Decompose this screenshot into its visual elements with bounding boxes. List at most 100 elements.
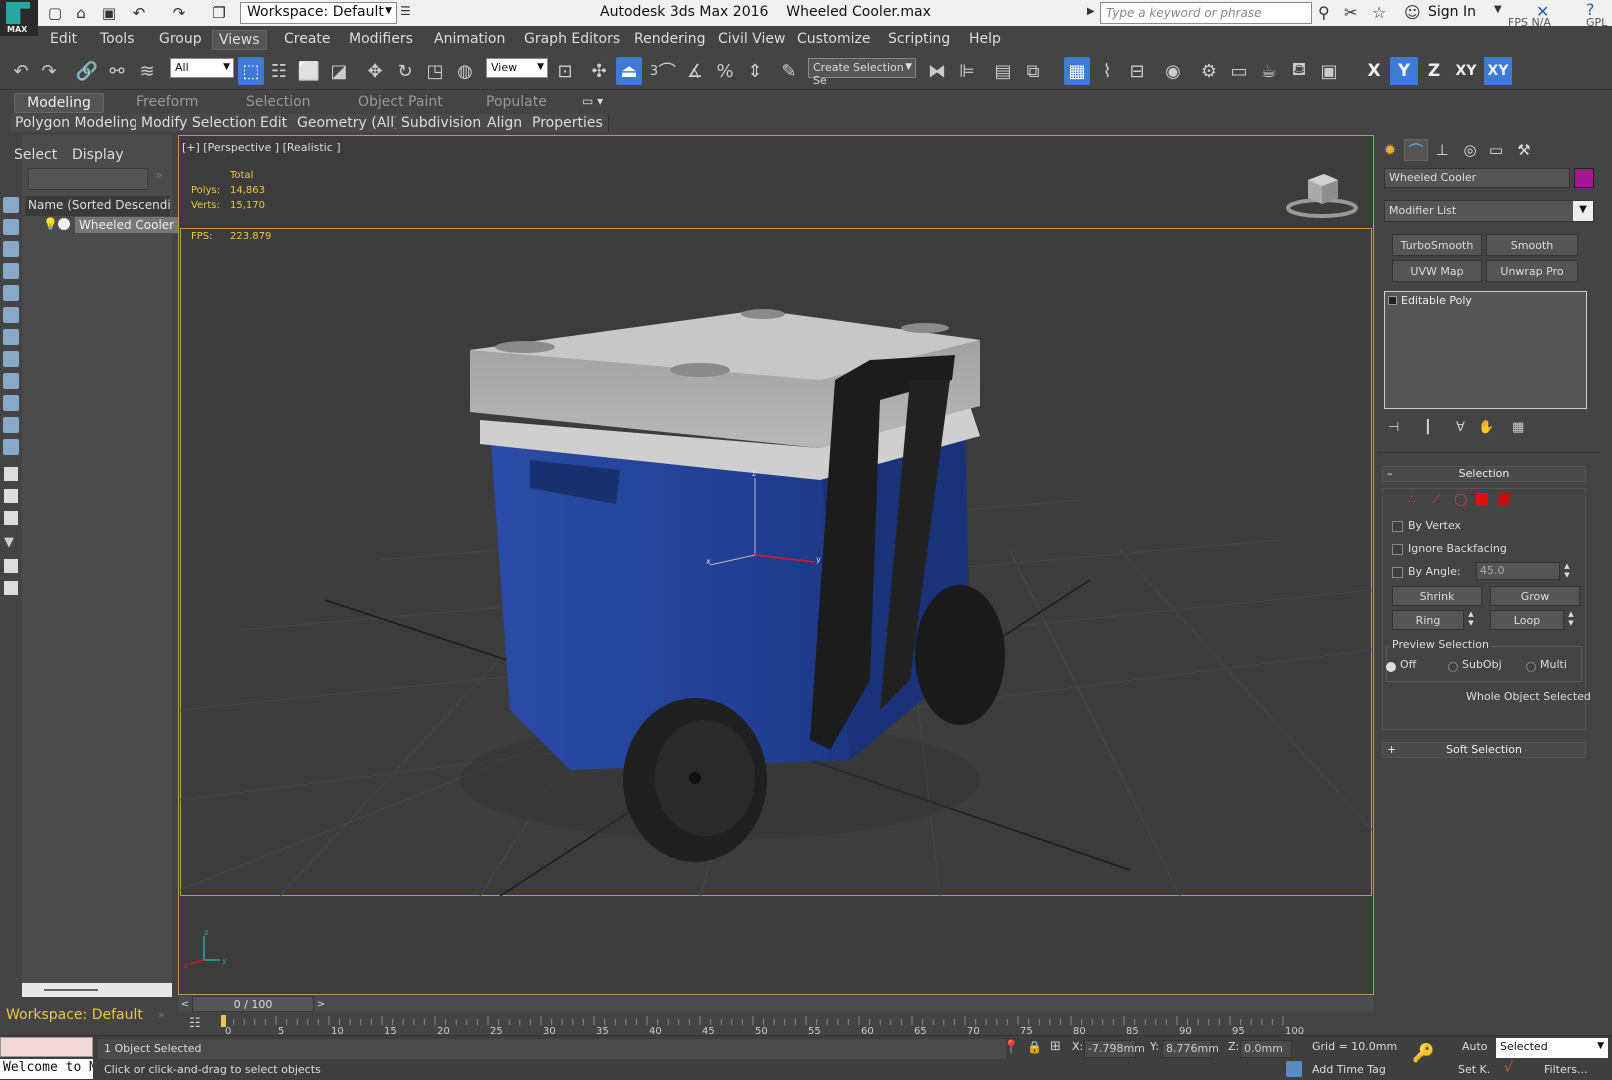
make-unique-icon[interactable]: ∀ (1456, 420, 1465, 435)
x-coordinate-field[interactable]: -7.798mm (1084, 1040, 1145, 1058)
select-object-icon[interactable]: ⬚ (238, 57, 264, 85)
set-key-icon[interactable]: 🔑 (1412, 1043, 1434, 1064)
pin-stack-icon[interactable]: ⊣ (1388, 420, 1399, 435)
selection-lock-icon[interactable]: 🔒 (1027, 1040, 1042, 1054)
subscription-icon[interactable]: ✂ (1344, 3, 1357, 22)
grow-button[interactable]: Grow (1490, 586, 1580, 606)
smooth-button[interactable]: Smooth (1486, 234, 1578, 256)
display-containers-icon[interactable] (3, 417, 19, 433)
preview-off-radio[interactable] (1386, 662, 1396, 672)
menu-create[interactable]: Create (278, 30, 337, 48)
border-mode-icon[interactable]: ◯ (1454, 492, 1470, 508)
material-editor-icon[interactable]: ◉ (1160, 57, 1186, 85)
angle-spinner[interactable]: ▲ ▼ (1562, 562, 1572, 580)
restrict-z-button[interactable]: Z (1420, 57, 1448, 85)
layer-explorer-icon[interactable]: ⧉ (1020, 57, 1046, 85)
ribbon-panel-subdivision[interactable]: Subdivision (396, 114, 488, 132)
y-coordinate-field[interactable]: 8.776mm (1162, 1040, 1219, 1058)
menu-edit[interactable]: Edit (44, 30, 83, 48)
utilities-panel-icon[interactable]: ⚒ (1512, 139, 1536, 161)
display-shapes-icon[interactable] (3, 241, 19, 257)
angle-snap-icon[interactable]: ∡ (682, 57, 708, 85)
motion-panel-icon[interactable]: ◎ (1458, 139, 1482, 161)
set-key-button[interactable]: Set K. (1458, 1063, 1490, 1076)
ignore-backfacing-checkbox[interactable] (1392, 544, 1403, 555)
render-production-icon[interactable]: ☕ (1256, 57, 1282, 85)
new-file-icon[interactable]: ▢ (44, 3, 66, 23)
toggle-ribbon-icon[interactable]: ▦ (1064, 57, 1090, 85)
previous-frame-icon[interactable]: < (178, 996, 192, 1012)
select-manipulate-icon[interactable]: ✣ (586, 57, 612, 85)
soft-selection-rollout-header[interactable]: + Soft Selection (1382, 742, 1586, 758)
ribbon-tab-selection[interactable]: Selection (236, 93, 321, 111)
loop-button[interactable]: Loop (1490, 610, 1564, 630)
explorer-name-column-header[interactable]: Name (Sorted Descending) (25, 196, 170, 216)
open-file-icon[interactable]: ⌂ (70, 3, 92, 23)
expand-arrow-icon[interactable]: ▶ (1087, 6, 1095, 17)
key-filters-button[interactable]: Filters... (1544, 1063, 1587, 1076)
by-angle-field[interactable]: 45.0 (1476, 562, 1560, 580)
save-file-icon[interactable]: ▣ (98, 3, 120, 23)
undo-icon[interactable]: ↶ (128, 3, 150, 23)
named-selection-set-dropdown[interactable]: Create Selection Se ▼ (808, 58, 916, 87)
remove-modifier-icon[interactable]: ✋ (1478, 420, 1494, 435)
filter-icon[interactable]: ▼ (4, 535, 14, 550)
modifier-list-dropdown[interactable]: Modifier List ▼ (1384, 200, 1594, 222)
menu-graph-editors[interactable]: Graph Editors (518, 30, 626, 48)
display-groups-icon[interactable] (3, 351, 19, 367)
absolute-mode-icon[interactable]: ⊞ (1050, 1039, 1061, 1054)
find-case-icon[interactable] (4, 581, 18, 595)
render-setup-icon[interactable]: ⚙ (1196, 57, 1222, 85)
snaps-toggle-icon[interactable]: 3 ⌒ (650, 57, 676, 85)
menu-modifiers[interactable]: Modifiers (343, 30, 419, 48)
move-icon[interactable]: ✥ (362, 57, 388, 85)
object-color-swatch[interactable] (1574, 168, 1594, 188)
next-frame-icon[interactable]: > (314, 996, 328, 1012)
vertex-mode-icon[interactable]: ∴ (1408, 492, 1424, 508)
link-icon[interactable]: 🔗 (74, 57, 100, 85)
display-bones-icon[interactable] (3, 395, 19, 411)
selection-filter-dropdown[interactable]: All ▼ (170, 58, 234, 78)
menu-customize[interactable]: Customize (791, 30, 877, 48)
track-ruler[interactable]: 0 5 10 15 20 25 30 35 40 45 50 55 60 65 70 75 80 85 90 95 10… (178, 1013, 1374, 1035)
display-space-warps-icon[interactable] (3, 329, 19, 345)
menu-animation[interactable]: Animation (428, 30, 511, 48)
menu-group[interactable]: Group (153, 30, 208, 48)
schematic-view-icon[interactable]: ⊟ (1124, 57, 1150, 85)
ribbon-panel-edit[interactable]: Edit (255, 114, 294, 132)
chevron-down-icon[interactable]: ▼ (1494, 4, 1502, 15)
add-time-tag[interactable]: Add Time Tag (1312, 1063, 1386, 1076)
stack-item[interactable]: Editable Poly (1388, 294, 1472, 307)
restrict-x-button[interactable]: X (1360, 57, 1388, 85)
keyboard-shortcut-override-icon[interactable]: ⏏ (616, 57, 642, 85)
scale-icon[interactable]: ◳ (422, 57, 448, 85)
redo-icon[interactable]: ↷ (168, 3, 190, 23)
time-slider[interactable] (178, 996, 1374, 1012)
menu-help[interactable]: Help (963, 30, 1007, 48)
explorer-tab-display[interactable]: Display (72, 147, 124, 163)
bind-space-warp-icon[interactable]: ≋ (134, 57, 160, 85)
app-logo[interactable]: MAX (0, 0, 38, 36)
z-coordinate-field[interactable]: 0.0mm (1240, 1040, 1292, 1058)
unwrap-pro-button[interactable]: Unwrap Pro (1486, 260, 1578, 282)
restrict-plane-button[interactable]: XY (1484, 57, 1512, 85)
polygon-mode-icon[interactable] (1476, 493, 1488, 505)
ring-spinner[interactable]: ▲ ▼ (1466, 610, 1476, 628)
menu-rendering[interactable]: Rendering (628, 30, 712, 48)
modifier-stack[interactable] (1384, 291, 1587, 409)
workspace-label-footer[interactable]: Workspace: Default (0, 1004, 172, 1028)
configure-sets-icon[interactable]: ▦ (1512, 420, 1524, 435)
ring-button[interactable]: Ring (1392, 610, 1464, 630)
pivot-center-icon[interactable]: ⊡ (552, 57, 578, 85)
render-iterative-icon[interactable]: ⛾ (1286, 57, 1312, 85)
ribbon-panel-polygon-modeling[interactable]: Polygon Modeling (10, 114, 145, 132)
viewport-label[interactable]: [+] [Perspective ] [Realistic ] (182, 141, 341, 154)
place-icon[interactable]: ◍ (452, 57, 478, 85)
expand-toggle-icon[interactable] (1388, 296, 1397, 305)
chevron-right-icon[interactable]: » (158, 1008, 165, 1021)
unlink-icon[interactable]: ⚯ (104, 57, 130, 85)
ribbon-panel-modify-selection[interactable]: Modify Selection (136, 114, 263, 132)
ribbon-tab-object-paint[interactable]: Object Paint (348, 93, 453, 111)
toggle-scene-explorer-icon[interactable]: ▤ (990, 57, 1016, 85)
current-frame-marker[interactable] (221, 1015, 226, 1027)
